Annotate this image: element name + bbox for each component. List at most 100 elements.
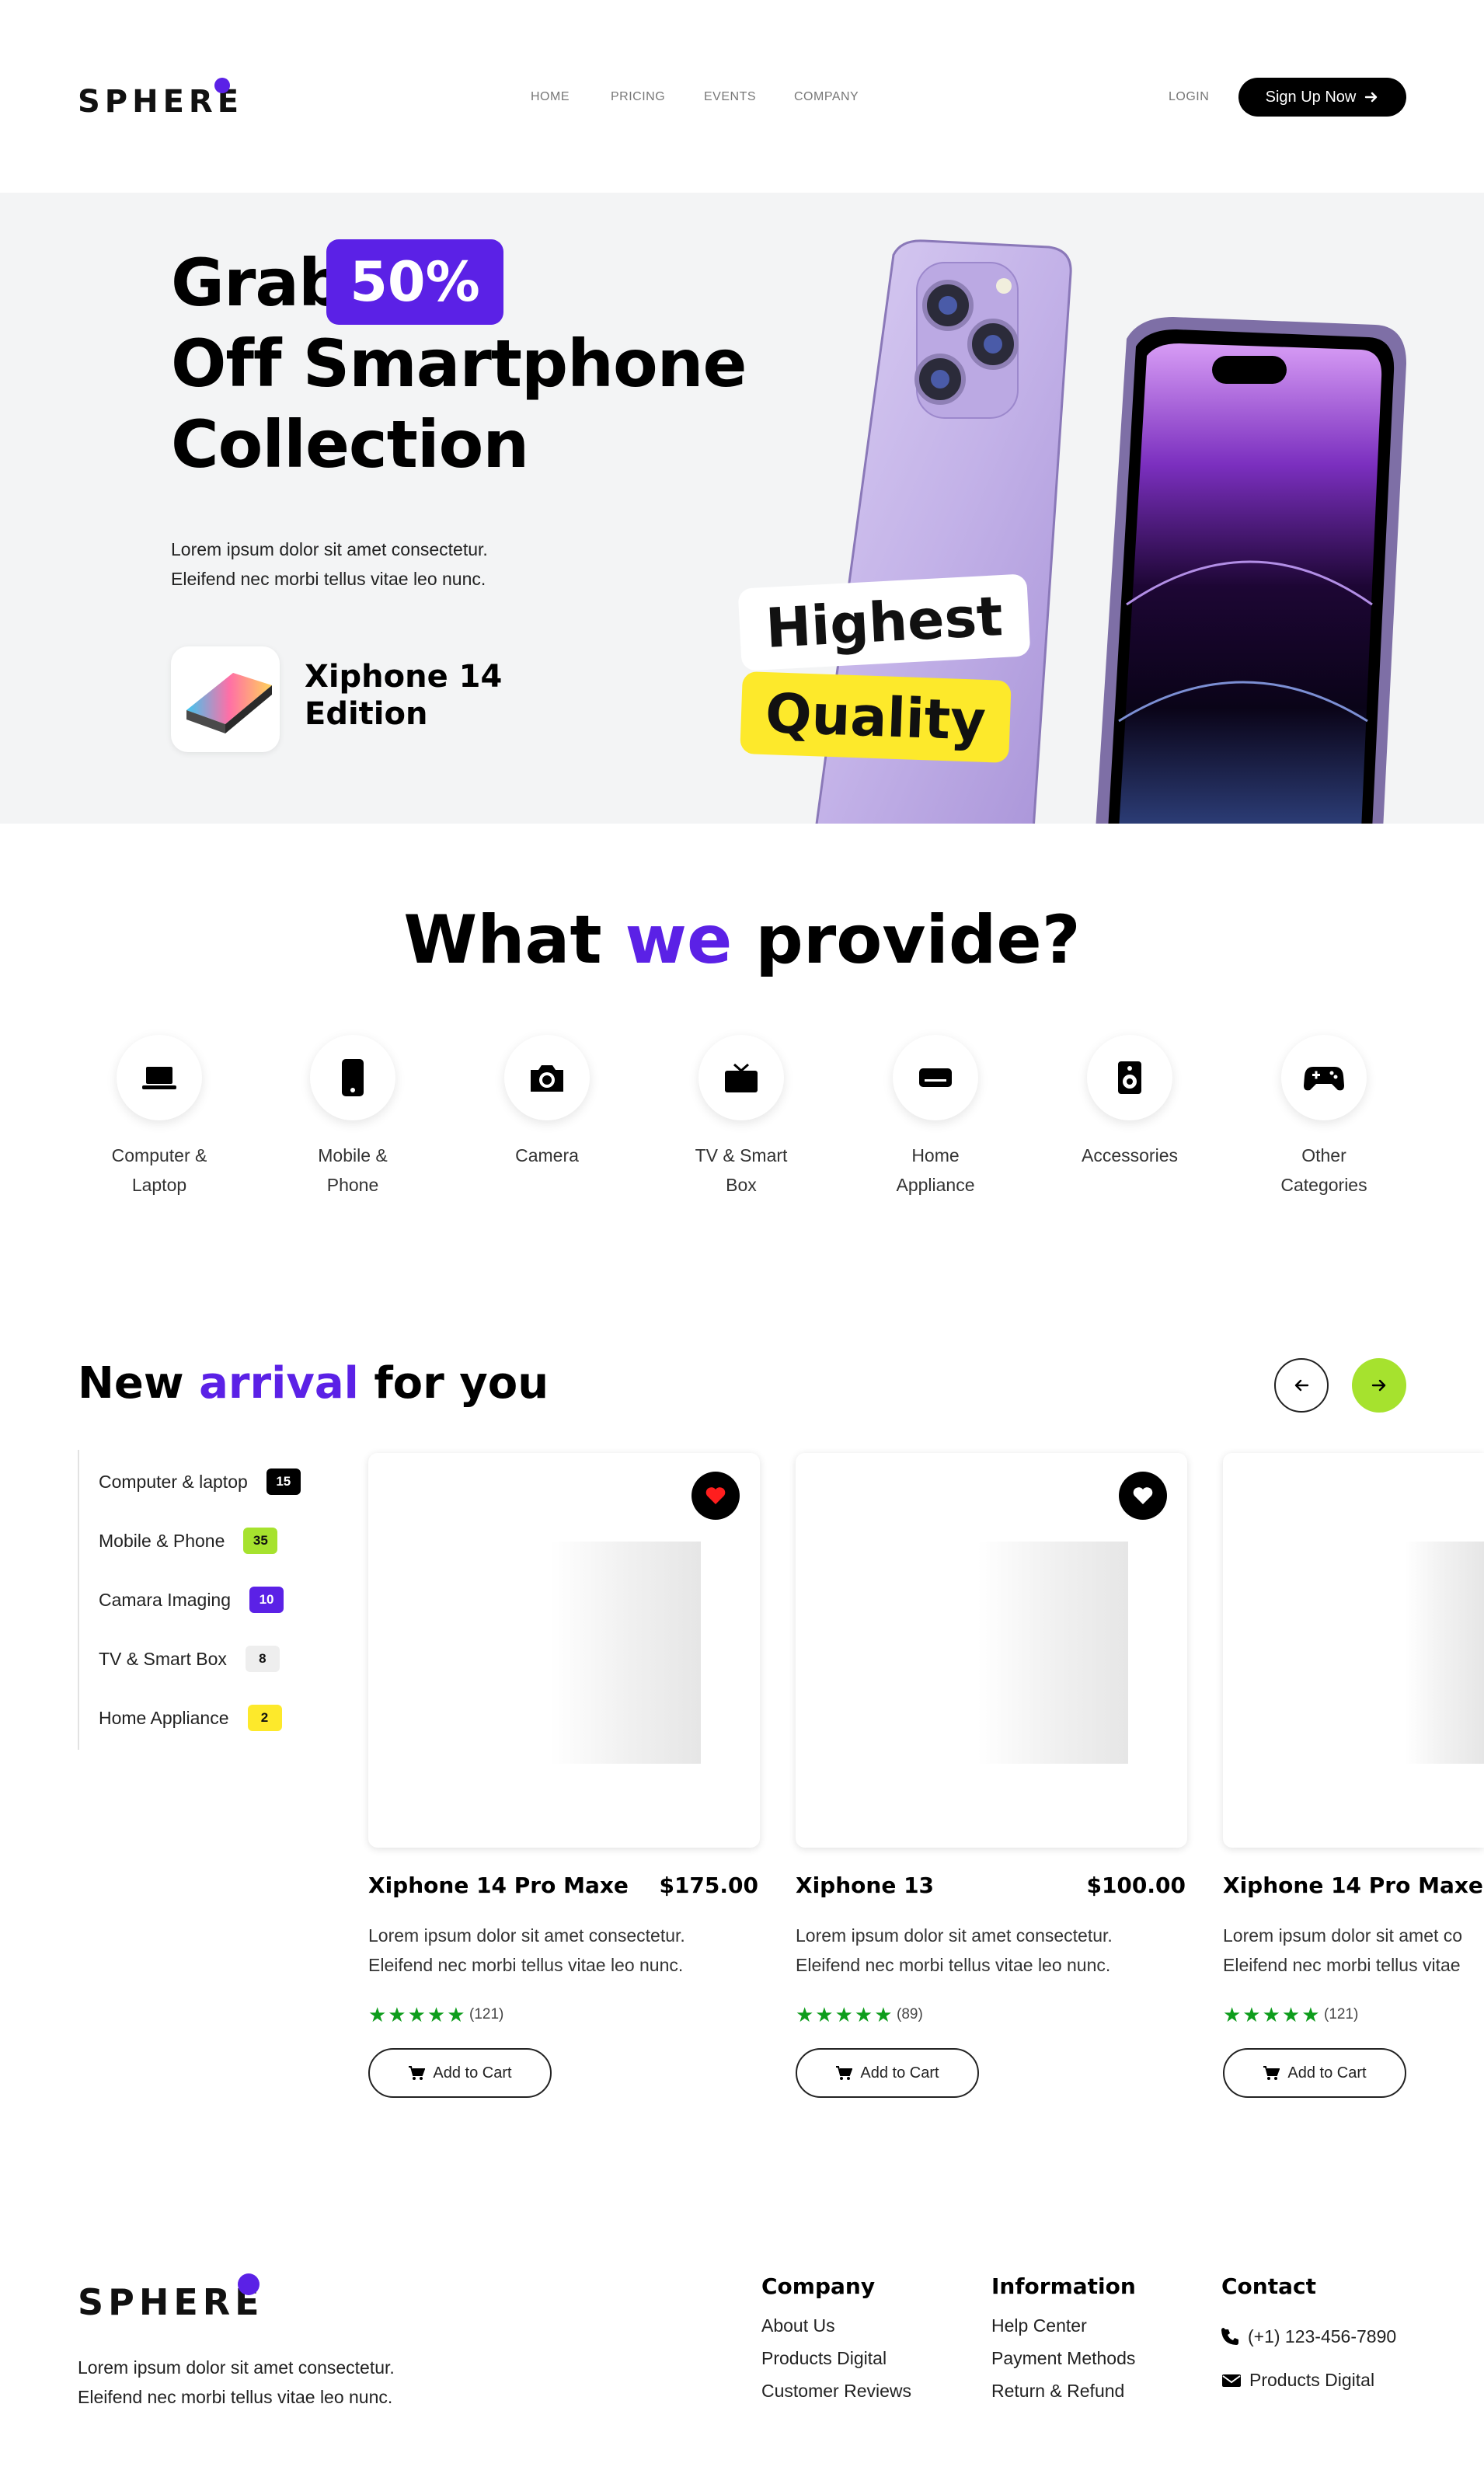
rating-stars: ★★★★★: [368, 2003, 467, 2026]
footer-link-products[interactable]: Products Digital: [761, 2348, 887, 2369]
footer-email[interactable]: Products Digital: [1221, 2370, 1374, 2391]
sidebar-item-computer-laptop[interactable]: Computer & laptop 15: [99, 1468, 301, 1495]
product-desc-line1: Lorem ipsum dolor sit amet co: [1223, 1925, 1463, 1946]
favorite-button[interactable]: [1119, 1472, 1167, 1520]
category-circle: [893, 1035, 978, 1120]
category-label: Computer & Laptop: [111, 1145, 207, 1195]
signup-label: Sign Up Now: [1265, 88, 1357, 106]
footer-desc-line1: Lorem ipsum dolor sit amet consectetur.: [78, 2357, 395, 2378]
provide-title-accent: we: [625, 901, 733, 979]
phone-icon: [342, 1059, 364, 1096]
nav-link-login[interactable]: LOGIN: [1169, 90, 1209, 104]
phone-icon: [1221, 2327, 1238, 2345]
footer-link-refund[interactable]: Return & Refund: [991, 2381, 1124, 2402]
category-accessories[interactable]: Accessories: [1060, 1035, 1200, 1170]
review-count: (121): [469, 2006, 504, 2022]
category-mobile-phone[interactable]: Mobile & Phone: [283, 1035, 423, 1200]
rating-stars: ★★★★★: [796, 2003, 894, 2026]
footer-company-title: Company: [761, 2273, 876, 2299]
product-desc-line2: Eleifend nec morbi tellus vitae leo nunc…: [368, 1955, 684, 1975]
product-name: Xiphone 14 Pro Maxe: [1223, 1873, 1483, 1898]
category-circle: [1281, 1035, 1367, 1120]
arrow-right-icon: [1371, 1379, 1386, 1392]
product-name: Xiphone 13: [796, 1873, 935, 1898]
provide-title-post: provide?: [755, 901, 1081, 979]
footer-information-title: Information: [991, 2273, 1136, 2299]
sidebar-item-tv-smart-box[interactable]: TV & Smart Box 8: [99, 1646, 280, 1672]
sidebar-item-home-appliance[interactable]: Home Appliance 2: [99, 1705, 282, 1731]
category-label: Accessories: [1082, 1145, 1178, 1165]
footer-contact-title: Contact: [1221, 2273, 1316, 2299]
footer-email-text: Products Digital: [1249, 2370, 1375, 2390]
sidebar-item-camera-imaging[interactable]: Camara Imaging 10: [99, 1587, 284, 1613]
category-label: Home Appliance: [896, 1145, 975, 1195]
add-to-cart-label: Add to Cart: [433, 2064, 512, 2082]
category-circle: [698, 1035, 784, 1120]
category-computer-laptop[interactable]: Computer & Laptop: [89, 1035, 229, 1200]
product-name: Xiphone 14 Pro Maxe: [368, 1873, 629, 1898]
category-tv-smart-box[interactable]: TV & Smart Box: [671, 1035, 811, 1200]
edition-product-icon: [186, 673, 272, 733]
speaker-icon: [1118, 1061, 1141, 1094]
product-price: $100.00: [1086, 1873, 1186, 1898]
arrivals-title: New arrival for you: [78, 1358, 549, 1409]
product-card[interactable]: [1223, 1453, 1484, 1848]
add-to-cart-button[interactable]: Add to Cart: [368, 2048, 552, 2098]
signup-button[interactable]: Sign Up Now: [1238, 78, 1406, 117]
next-button[interactable]: [1352, 1358, 1406, 1413]
tag-quality-text: Quality: [764, 681, 988, 753]
mail-icon: [1222, 2374, 1241, 2387]
footer-logo[interactable]: SPHERE: [78, 2281, 264, 2323]
footer-link-about[interactable]: About Us: [761, 2315, 835, 2336]
nav-link-pricing[interactable]: PRICING: [611, 90, 665, 104]
product-card[interactable]: [796, 1453, 1187, 1848]
footer-link-help[interactable]: Help Center: [991, 2315, 1087, 2336]
category-home-appliance[interactable]: Home Appliance: [866, 1035, 1005, 1200]
discount-value: 50%: [350, 250, 480, 314]
camera-icon: [531, 1065, 563, 1092]
sidebar-item-label: Home Appliance: [99, 1707, 229, 1728]
rating-stars: ★★★★★: [1223, 2003, 1322, 2026]
sidebar-divider: [78, 1450, 79, 1750]
tv-icon: [725, 1063, 758, 1092]
footer-phone-text: (+1) 123-456-7890: [1248, 2326, 1397, 2346]
add-to-cart-button[interactable]: Add to Cart: [796, 2048, 979, 2098]
arrivals-title-pre: New: [78, 1358, 184, 1409]
add-to-cart-button[interactable]: Add to Cart: [1223, 2048, 1406, 2098]
footer-phone[interactable]: (+1) 123-456-7890: [1221, 2326, 1396, 2347]
category-circle: [310, 1035, 395, 1120]
cart-icon: [409, 2066, 426, 2080]
tag-highest: Highest: [737, 573, 1031, 671]
prev-button[interactable]: [1274, 1358, 1329, 1413]
tag-highest-text: Highest: [764, 584, 1005, 660]
favorite-button[interactable]: [691, 1472, 740, 1520]
nav-link-company[interactable]: COMPANY: [794, 90, 859, 104]
footer-link-payment[interactable]: Payment Methods: [991, 2348, 1135, 2369]
category-label: Camera: [515, 1145, 579, 1165]
product-card[interactable]: [368, 1453, 760, 1848]
review-count: (89): [897, 2006, 923, 2022]
sidebar-item-mobile-phone[interactable]: Mobile & Phone 35: [99, 1528, 278, 1554]
footer-link-reviews[interactable]: Customer Reviews: [761, 2381, 911, 2402]
edition-title-line2: Edition: [305, 696, 428, 732]
nav-link-home[interactable]: HOME: [531, 90, 570, 104]
arrivals-title-accent: arrival: [199, 1358, 359, 1409]
hero-title-line2: Off Smartphone: [171, 326, 747, 402]
product-price: $175.00: [659, 1873, 758, 1898]
gamepad-icon: [1304, 1067, 1344, 1091]
hero-desc-line2: Eleifend nec morbi tellus vitae leo nunc…: [171, 569, 486, 589]
category-other[interactable]: Other Categories: [1254, 1035, 1394, 1200]
heart-icon: [1133, 1487, 1153, 1504]
arrow-right-icon: [1365, 92, 1378, 103]
hero-title-line3: Collection: [171, 406, 529, 483]
footer-logo-dot: [238, 2273, 260, 2295]
provide-title: What we provide?: [0, 901, 1484, 979]
arrow-left-icon: [1294, 1379, 1309, 1392]
tag-quality: Quality: [740, 671, 1012, 764]
count-badge: 8: [245, 1646, 280, 1672]
category-camera[interactable]: Camera: [477, 1035, 617, 1170]
heart-icon: [705, 1487, 726, 1504]
footer-desc-line2: Eleifend nec morbi tellus vitae leo nunc…: [78, 2387, 393, 2407]
nav-link-events[interactable]: EVENTS: [704, 90, 756, 104]
hero-title-line1: Grab: [171, 245, 345, 321]
